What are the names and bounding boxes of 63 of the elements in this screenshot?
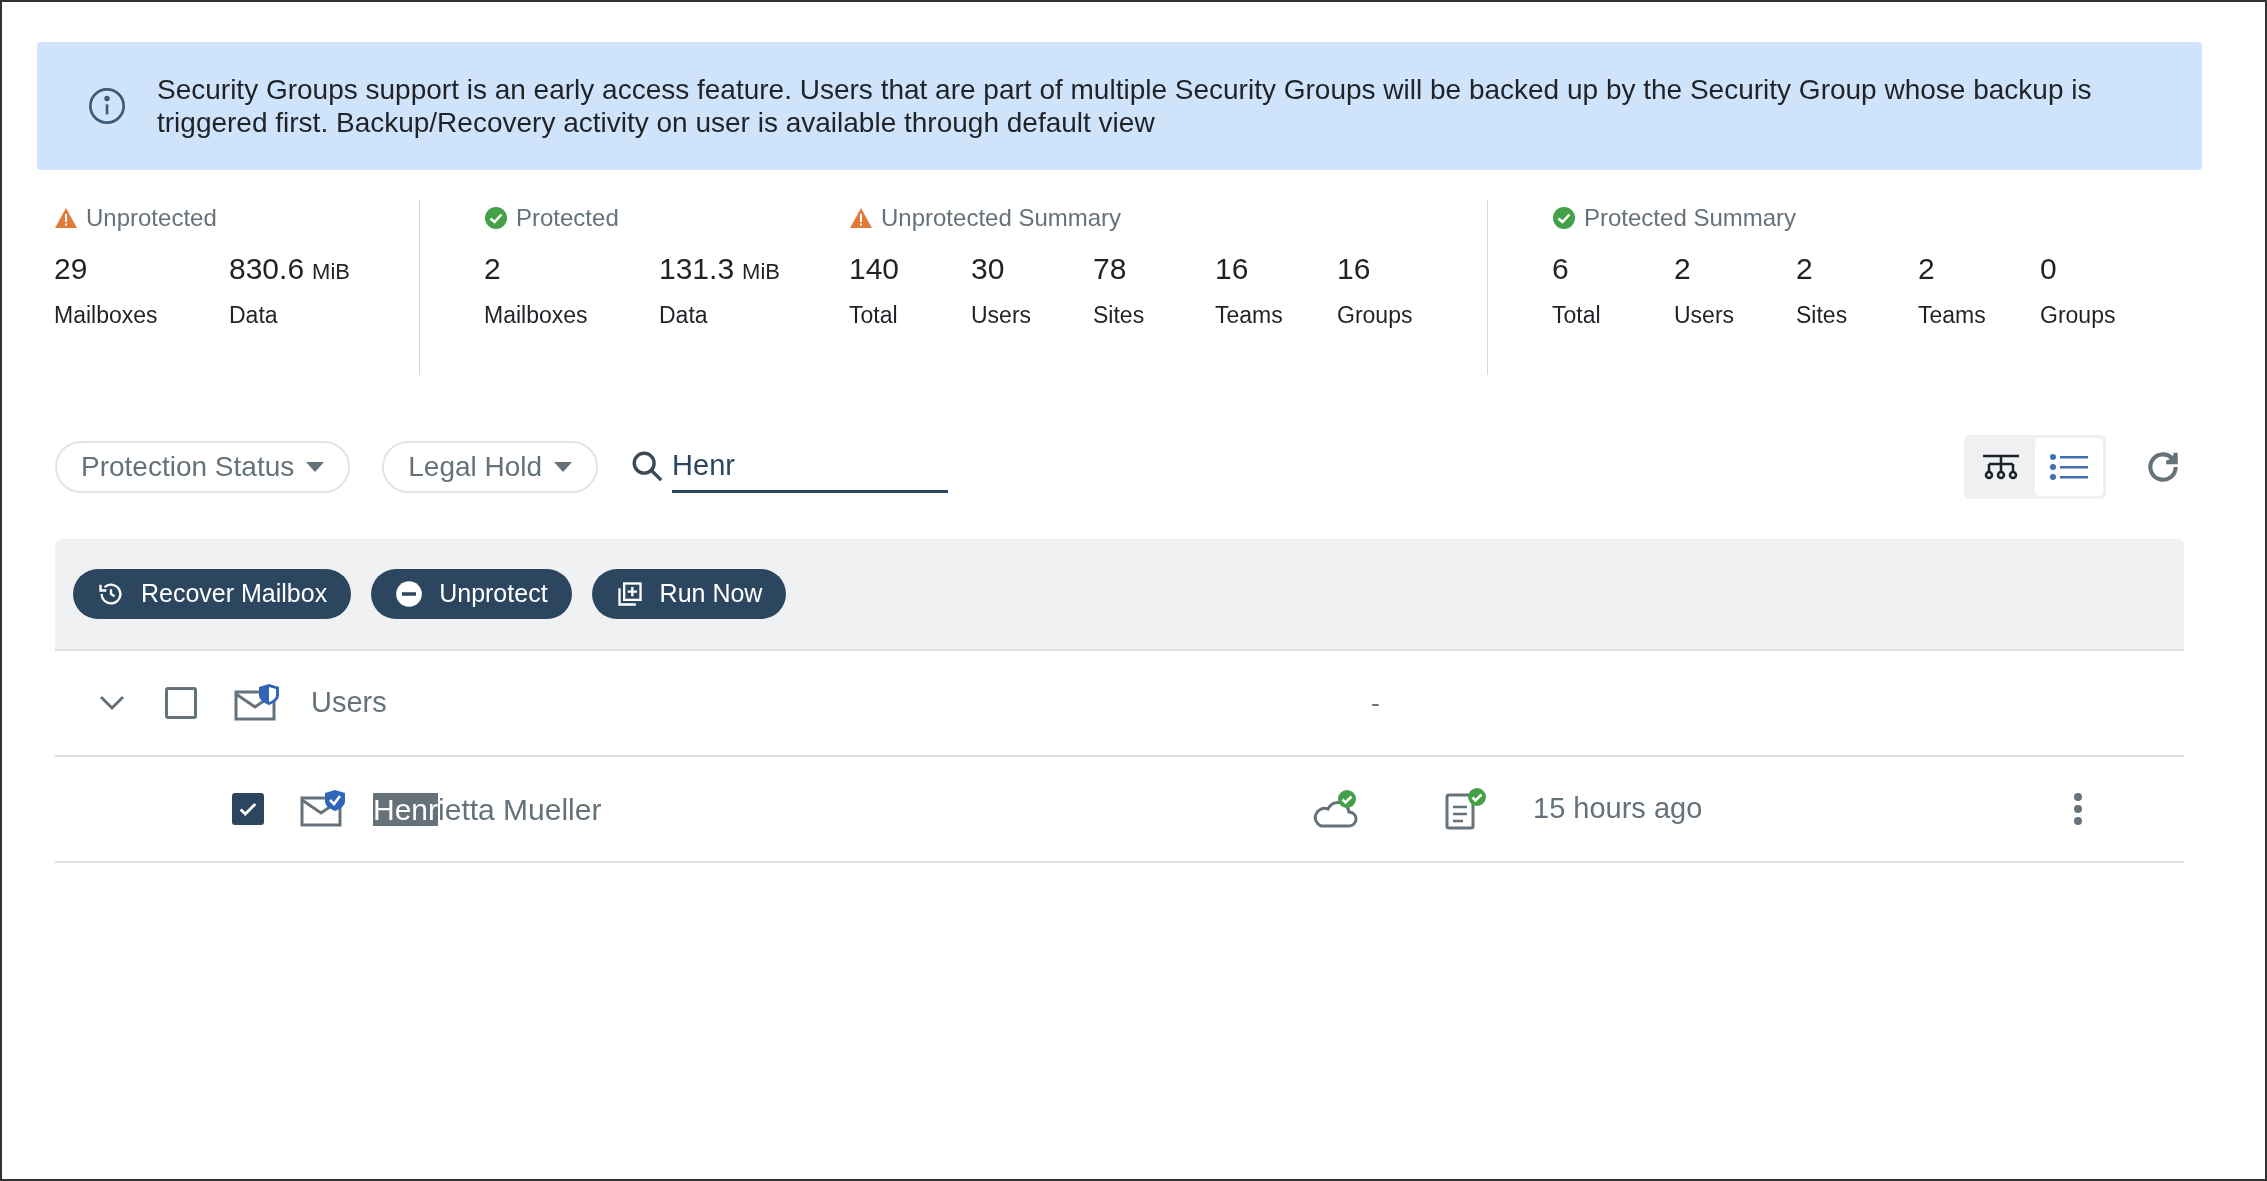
stat-label: Sites xyxy=(1796,300,1849,330)
caret-icon xyxy=(554,462,573,472)
table-cell-text: - xyxy=(1371,686,1380,720)
stat-label: Users xyxy=(1674,300,1736,330)
info-icon xyxy=(87,86,127,126)
stat-label: Total xyxy=(1552,300,1602,330)
more-options-icon[interactable] xyxy=(2073,792,2083,826)
stat-label: Teams xyxy=(1215,300,1284,330)
last-backup-time: 15 hours ago xyxy=(1533,791,1704,827)
action-button[interactable]: Recover Mailbox xyxy=(73,569,352,619)
filter-dropdown[interactable]: Legal Hold xyxy=(382,441,599,493)
stat-value: 16 xyxy=(1337,251,1372,287)
stat-label: Data xyxy=(659,300,709,330)
stat-value: 0 xyxy=(2040,251,2058,287)
chevron-icon[interactable] xyxy=(99,695,125,711)
check-circle-icon xyxy=(484,206,508,230)
user-name: Henrietta Mueller xyxy=(373,791,603,828)
stat-label: Data xyxy=(229,300,279,330)
stat-value: 2 xyxy=(1796,251,1814,287)
stat-label: Total xyxy=(849,300,899,330)
add-copy-icon xyxy=(615,580,644,608)
cloud-check-icon xyxy=(1313,789,1359,829)
stat-label: Groups xyxy=(1337,300,1414,330)
stat-label: Users xyxy=(971,300,1033,330)
caret-icon xyxy=(306,462,325,472)
stat-title: Protected xyxy=(516,203,619,233)
stat-value: 830.6 MiB xyxy=(229,251,351,287)
filter-dropdown[interactable]: Protection Status xyxy=(55,441,351,493)
stat-value: 6 xyxy=(1552,251,1570,287)
warning-icon xyxy=(849,207,873,229)
stat-value: 16 xyxy=(1215,251,1250,287)
mail-shield-icon xyxy=(233,683,281,723)
stat-label: Mailboxes xyxy=(54,300,159,330)
check-circle-icon xyxy=(1552,206,1576,230)
stat-value: 2 xyxy=(1918,251,1936,287)
clipboard-check-icon xyxy=(1443,787,1489,831)
warning-icon xyxy=(54,207,78,229)
stat-value: 140 xyxy=(849,251,901,287)
stat-value: 131.3 MiB xyxy=(659,251,781,287)
minus-circle-icon xyxy=(395,580,424,608)
stat-label: Teams xyxy=(1918,300,1987,330)
stat-label: Mailboxes xyxy=(484,300,589,330)
stat-value: 2 xyxy=(484,251,502,287)
stat-title: Unprotected Summary xyxy=(881,203,1122,233)
search-icon xyxy=(630,449,665,483)
hierarchy-icon xyxy=(1981,453,2021,481)
group-label: Users xyxy=(311,685,388,721)
action-button[interactable]: Unprotect xyxy=(371,569,572,619)
stat-label: Sites xyxy=(1093,300,1146,330)
checkbox[interactable] xyxy=(165,687,197,719)
checkbox[interactable] xyxy=(232,793,264,825)
stat-title: Unprotected xyxy=(86,203,217,233)
stat-value: 2 xyxy=(1674,251,1692,287)
search-field[interactable]: Henr xyxy=(672,441,949,493)
stat-label: Groups xyxy=(2040,300,2117,330)
stat-value: 30 xyxy=(971,251,1006,287)
stat-value: 78 xyxy=(1093,251,1128,287)
stat-value: 29 xyxy=(54,251,89,287)
stat-title: Protected Summary xyxy=(1584,203,1797,233)
mail-check-icon xyxy=(299,789,347,829)
list-icon xyxy=(2049,453,2089,481)
action-button[interactable]: Run Now xyxy=(591,569,787,619)
banner-text: Security Groups support is an early access feature. Users that are part of multiple Security Groups will be backed up by the Security Group whose backup is triggered first. Backup/Recovery activity on user is available through default view xyxy=(157,73,2093,139)
